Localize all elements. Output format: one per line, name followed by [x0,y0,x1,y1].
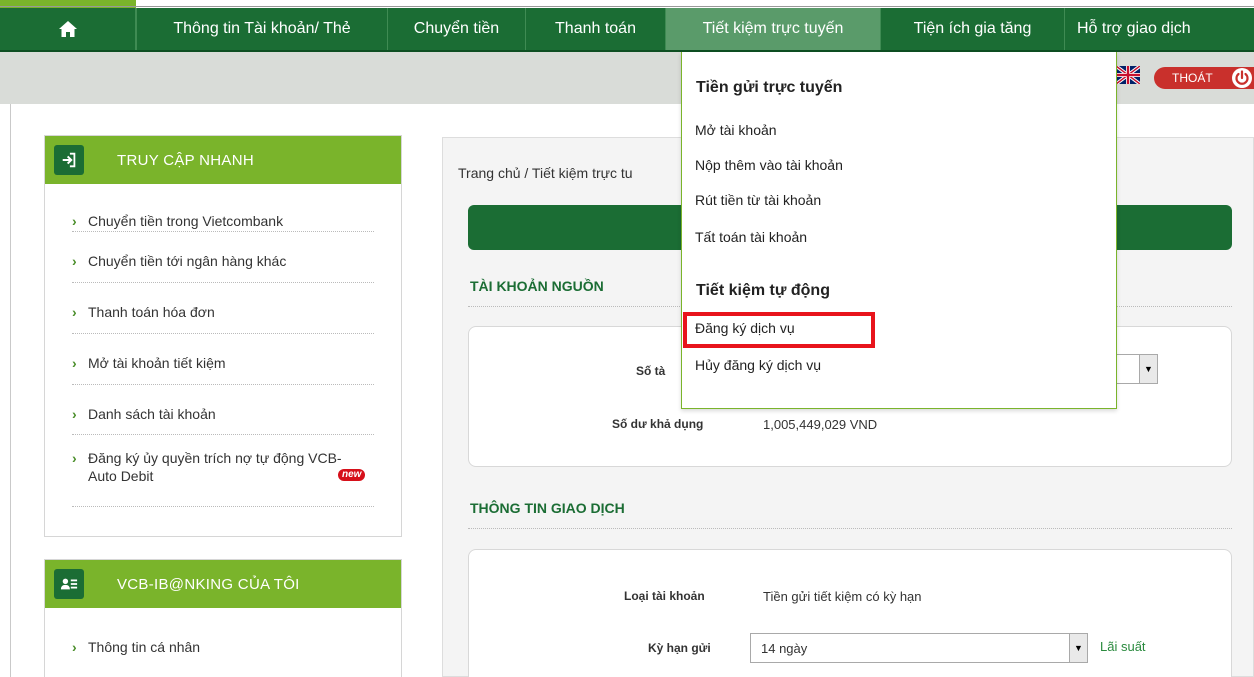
my-item-personal-info[interactable]: › Thông tin cá nhân [72,608,374,668]
nav-online-saving-label: Tiết kiệm trực tuyến [702,20,844,37]
chevron-right-icon: › [72,304,77,320]
chevron-right-icon: › [72,406,77,422]
nav-account-card-label: Thông tin Tài khoản/ Thẻ [173,20,351,37]
chevron-right-icon: › [72,213,77,229]
quick-item-transfer-internal[interactable]: › Chuyển tiền trong Vietcombank [72,184,374,232]
new-badge-icon: new [338,469,366,481]
source-account-title: TÀI KHOẢN NGUỒN [470,278,604,294]
quick-item-label: Chuyển tiền trong Vietcombank [88,213,284,229]
transaction-info-divider [468,528,1232,529]
quick-item-label: Mở tài khoản tiết kiệm [88,355,226,371]
chevron-right-icon: › [72,639,77,655]
term-select[interactable]: 14 ngày ▼ [750,633,1088,663]
nav-transfer-label: Chuyển tiền [413,20,500,37]
quick-access-icon-box [45,136,93,184]
my-ibanking-header: VCB-IB@NKING CỦA TÔI [45,560,401,608]
uk-flag-icon[interactable] [1116,66,1140,84]
chevron-right-icon: › [72,355,77,371]
balance-value: 1,005,449,029 VND [763,417,878,432]
quick-item-label: Thanh toán hóa đơn [88,304,215,320]
chevron-down-icon[interactable]: ▼ [1139,355,1157,383]
account-type-label: Loại tài khoản [624,589,705,603]
nav-value-added-label: Tiện ích gia tăng [913,20,1032,37]
nav-home[interactable] [0,8,136,50]
sign-in-icon [54,145,84,175]
power-icon [1232,68,1252,88]
my-ibanking-title: VCB-IB@NKING CỦA TÔI [117,575,300,593]
nav-payment[interactable]: Thanh toán [526,8,666,50]
main-navbar: Thông tin Tài khoản/ Thẻ Chuyển tiền Tha… [0,8,1254,52]
logout-label: THOÁT [1172,71,1213,85]
chevron-right-icon: › [72,450,77,466]
term-label: Kỳ hạn gửi [648,641,711,655]
quick-item-label: Chuyển tiền tới ngân hàng khác [88,253,287,269]
quick-access-panel: TRUY CẬP NHANH › Chuyển tiền trong Vietco… [44,135,402,537]
nav-value-added[interactable]: Tiện ích gia tăng [881,8,1065,50]
top-divider [0,6,1254,7]
quick-item-label: Đăng ký ủy quyền trích nợ tự động VCB-Au… [88,450,342,484]
nav-support[interactable]: Hỗ trợ giao dịch [1065,8,1254,50]
menu-item-deposit-more[interactable]: Nộp thêm vào tài khoản [695,157,843,173]
online-saving-dropdown: Tiền gửi trực tuyến Mở tài khoản Nộp thê… [681,52,1117,409]
quick-item-open-saving[interactable]: › Mở tài khoản tiết kiệm [72,334,374,385]
quick-item-transfer-other-bank[interactable]: › Chuyển tiền tới ngân hàng khác [72,232,374,283]
transaction-info-title: THÔNG TIN GIAO DỊCH [470,500,625,516]
page: Thông tin Tài khoản/ Thẻ Chuyển tiền Tha… [0,0,1254,677]
my-ibanking-icon-box [45,560,93,608]
content-left-border [10,104,11,677]
my-ibanking-list: › Thông tin cá nhân [45,608,401,668]
account-type-value: Tiền gửi tiết kiệm có kỳ hạn [763,589,922,604]
quick-item-label: Danh sách tài khoản [88,406,216,422]
menu-item-withdraw[interactable]: Rút tiền từ tài khoản [695,192,821,208]
nav-support-label: Hỗ trợ giao dịch [1077,20,1191,37]
breadcrumb: Trang chủ / Tiết kiệm trực tu [458,165,633,181]
highlight-box [683,312,875,348]
auto-saving-heading: Tiết kiệm tự động [696,282,830,299]
home-icon [58,21,77,37]
user-card-icon [54,569,84,599]
quick-access-header: TRUY CẬP NHANH [45,136,401,184]
quick-item-auto-debit[interactable]: › Đăng ký ủy quyền trích nợ tự động VCB-A… [72,435,374,507]
source-account-label: Số tà [636,364,666,378]
menu-item-cancel-service[interactable]: Hủy đăng ký dịch vụ [695,357,821,373]
quick-item-account-list[interactable]: › Danh sách tài khoản [72,385,374,435]
chevron-right-icon: › [72,253,77,269]
my-item-label: Thông tin cá nhân [88,639,201,655]
nav-payment-label: Thanh toán [555,20,636,37]
term-select-value: 14 ngày [761,641,808,656]
menu-item-close-account[interactable]: Tất toán tài khoản [695,229,807,245]
nav-transfer[interactable]: Chuyển tiền [388,8,526,50]
nav-account-card[interactable]: Thông tin Tài khoản/ Thẻ [136,8,388,50]
quick-access-list: › Chuyển tiền trong Vietcombank › Chuyển t… [45,184,401,507]
quick-access-title: TRUY CẬP NHANH [117,151,255,169]
online-deposit-heading: Tiền gửi trực tuyến [696,79,843,96]
logout-button[interactable]: THOÁT [1154,67,1254,89]
my-ibanking-panel: VCB-IB@NKING CỦA TÔI › Thông tin cá nhân [44,559,402,677]
interest-rate-link[interactable]: Lãi suất [1100,639,1146,654]
top-strip [0,0,1254,8]
quick-item-bill-payment[interactable]: › Thanh toán hóa đơn [72,283,374,334]
balance-label: Số dư khả dụng [612,417,704,431]
nav-online-saving[interactable]: Tiết kiệm trực tuyến [666,8,881,50]
chevron-down-icon[interactable]: ▼ [1069,634,1087,662]
menu-item-open-account[interactable]: Mở tài khoản [695,122,777,138]
